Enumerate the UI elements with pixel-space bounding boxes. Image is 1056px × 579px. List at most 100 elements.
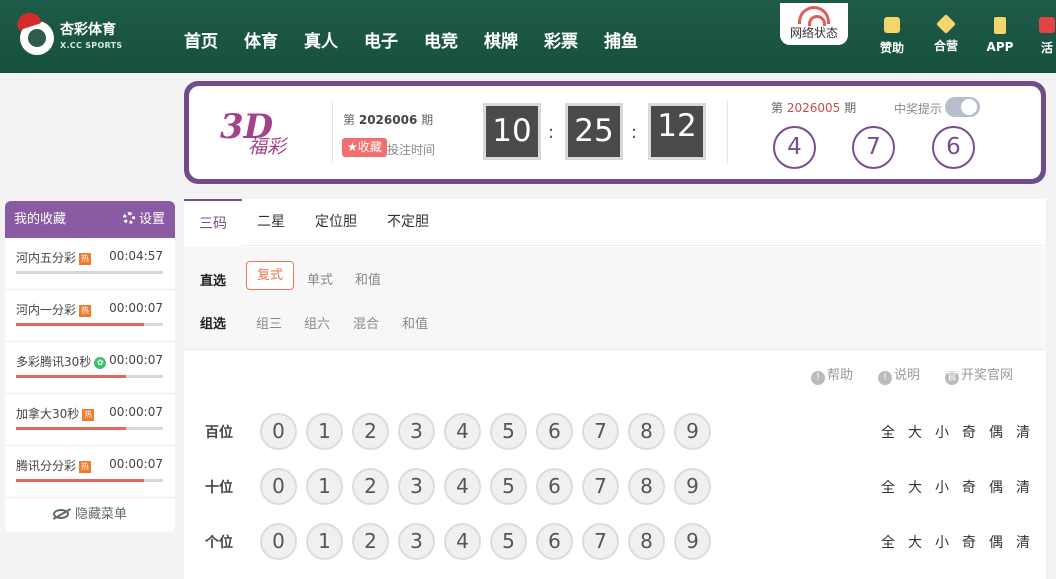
nav-lottery[interactable]: 彩票 [544,27,604,52]
option-compound[interactable]: 复式 [246,261,295,290]
tab-any-position[interactable]: 不定胆 [387,199,429,246]
official-site-link[interactable]: 官开奖官网 [945,364,1013,385]
digit-ball[interactable]: 5 [490,413,527,450]
quick-filter-button[interactable]: 奇 [962,477,976,497]
quick-filter-button[interactable]: 小 [935,477,949,497]
countdown-seconds: 12 [648,103,706,160]
digit-ball[interactable]: 6 [536,413,573,450]
network-status-button[interactable]: 网络状态 [780,3,848,45]
favorite-item[interactable]: 多彩腾讯30秒 ✿ 00:00:07 [5,342,175,394]
quick-filter-button[interactable]: 大 [908,422,922,442]
settings-button[interactable]: 设置 [122,201,165,238]
quick-filter-button[interactable]: 大 [908,532,922,552]
favorite-item[interactable]: 河内一分彩热 00:00:07 [5,290,175,342]
quick-filter-button[interactable]: 偶 [989,477,1003,497]
digit-ball[interactable]: 1 [306,468,343,505]
nav-sports[interactable]: 体育 [244,27,304,52]
favorite-item[interactable]: 河内五分彩热 00:04:57 [5,238,175,290]
logo-text: 杏彩体育 [60,22,116,38]
favorite-item[interactable]: 腾讯分分彩热 00:00:07 [5,446,175,498]
phone-icon [994,17,1006,34]
digit-ball[interactable]: 2 [352,523,389,560]
partner-link[interactable]: 合营 [926,14,966,54]
tab-two-stars[interactable]: 二星 [257,199,285,246]
app-link[interactable]: APP [980,17,1020,54]
quick-filter-button[interactable]: 大 [908,477,922,497]
quick-filter-button[interactable]: 清 [1016,532,1030,552]
digit-ball[interactable]: 0 [260,468,297,505]
digit-ball[interactable]: 8 [628,413,665,450]
digit-ball[interactable]: 8 [628,523,665,560]
quick-filter-button[interactable]: 奇 [962,422,976,442]
sponsor-link[interactable]: 赞助 [872,17,912,56]
result-ball: 4 [773,126,816,169]
group-label: 组选 [200,317,227,332]
win-notification-toggle[interactable] [945,97,980,117]
digit-ball[interactable]: 1 [306,523,343,560]
gift-icon [1039,17,1055,33]
info-icon: ! [811,371,825,385]
digit-ball[interactable]: 5 [490,468,527,505]
option-group-sum[interactable]: 和值 [402,313,428,332]
digit-ball[interactable]: 0 [260,523,297,560]
digit-ball[interactable]: 6 [536,523,573,560]
digit-ball[interactable]: 3 [398,523,435,560]
site-logo[interactable]: 杏彩体育 X.CC SPORTS [14,9,140,58]
digit-ball[interactable]: 4 [444,413,481,450]
digit-ball[interactable]: 5 [490,523,527,560]
digit-ball[interactable]: 3 [398,468,435,505]
quick-filter-button[interactable]: 偶 [989,532,1003,552]
help-link[interactable]: ! 帮助 [811,364,853,385]
digit-ball[interactable]: 8 [628,468,665,505]
gear-icon [122,212,135,224]
nav-home[interactable]: 首页 [184,27,244,52]
digit-ball[interactable]: 4 [444,523,481,560]
digit-ball[interactable]: 9 [674,413,711,450]
activity-link[interactable]: 活 [1034,17,1056,56]
favorite-button[interactable]: ★收藏 [342,138,387,157]
countdown-hours: 10 [483,103,541,160]
nav-fishing[interactable]: 捕鱼 [604,27,664,52]
digit-ball[interactable]: 4 [444,468,481,505]
digit-ball[interactable]: 9 [674,523,711,560]
option-sum[interactable]: 和值 [355,269,381,288]
tab-three-digits[interactable]: 三码 [184,199,242,246]
nav-esports[interactable]: 电竞 [424,27,484,52]
quick-filter-button[interactable]: 奇 [962,532,976,552]
quick-filter-button[interactable]: 全 [881,477,895,497]
logo-subtitle: X.CC SPORTS [60,41,123,50]
wifi-icon [798,6,830,26]
tab-position[interactable]: 定位胆 [315,199,357,246]
digit-ball[interactable]: 7 [582,413,619,450]
quick-filter-button[interactable]: 清 [1016,422,1030,442]
option-group-three[interactable]: 组三 [256,313,282,332]
option-group-six[interactable]: 组六 [304,313,330,332]
quick-filter-button[interactable]: 小 [935,422,949,442]
quick-filter-button[interactable]: 清 [1016,477,1030,497]
nav-cards[interactable]: 棋牌 [484,27,544,52]
sub-play-options: 直选 复式 单式 和值 组选 组三 组六 混合 和值 [184,247,1046,350]
divider [332,101,333,163]
digit-ball[interactable]: 7 [582,468,619,505]
favorite-item[interactable]: 加拿大30秒热 00:00:07 [5,394,175,446]
nav-slots[interactable]: 电子 [364,27,424,52]
quick-filter-button[interactable]: 小 [935,532,949,552]
nav-live-casino[interactable]: 真人 [304,27,364,52]
favorite-item-countdown: 00:00:07 [109,457,163,471]
digit-ball[interactable]: 7 [582,523,619,560]
digit-ball[interactable]: 6 [536,468,573,505]
digit-ball[interactable]: 0 [260,413,297,450]
option-single[interactable]: 单式 [307,269,333,288]
digit-ball[interactable]: 2 [352,468,389,505]
hide-menu-button[interactable]: 隐藏菜单 [5,498,175,532]
digit-ball[interactable]: 3 [398,413,435,450]
quick-filter-button[interactable]: 偶 [989,422,1003,442]
digit-ball[interactable]: 2 [352,413,389,450]
lottery-brand-logo: 3D 福彩 [220,107,287,158]
quick-filter-button[interactable]: 全 [881,422,895,442]
digit-ball[interactable]: 9 [674,468,711,505]
quick-filter-button[interactable]: 全 [881,532,895,552]
digit-ball[interactable]: 1 [306,413,343,450]
option-mixed[interactable]: 混合 [353,313,379,332]
explain-link[interactable]: ! 说明 [878,364,920,385]
